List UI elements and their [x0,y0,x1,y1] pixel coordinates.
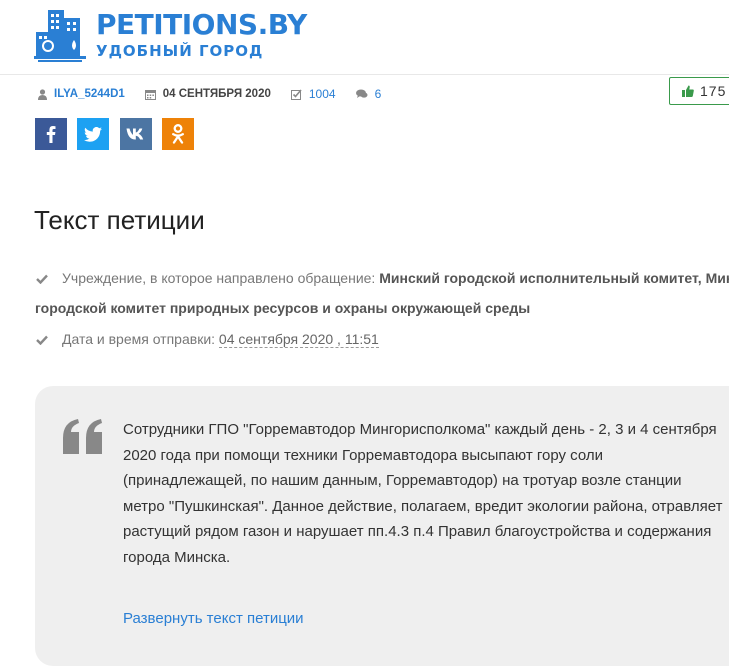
signatures-item: 1004 [290,87,336,101]
quote-icon [63,419,102,454]
odnoklassniki-icon [172,124,184,144]
comments-icon [355,89,368,98]
sent-date-row: Дата и время отправки: 04 сентября 2020 … [36,331,379,348]
comments-item: 6 [355,87,382,101]
user-icon [38,88,47,100]
vk-icon [126,128,144,140]
site-logo[interactable]: PETITIONS.BY УДОБНЫЙ ГОРОД [34,10,307,64]
institution-value: Минский городской исполнительный комитет… [379,270,729,286]
date-item: 04 СЕНТЯБРЯ 2020 [144,88,271,100]
author-item: ILYA_5244D1 [38,88,125,100]
share-vk-button[interactable] [120,118,152,150]
site-header: PETITIONS.BY УДОБНЫЙ ГОРОД [0,0,729,75]
sent-date-value: 04 сентября 2020 , 11:51 [218,331,379,348]
institution-value-continued: городской комитет природных ресурсов и о… [35,300,531,316]
like-button[interactable]: 175 [669,77,729,105]
thumbs-up-icon [682,85,694,97]
check-icon [36,335,48,346]
brand-tagline: УДОБНЫЙ ГОРОД [96,42,264,60]
check-square-icon [290,88,302,100]
expand-petition-link[interactable]: Развернуть текст петиции [123,610,304,627]
facebook-icon [46,126,56,143]
comments-count[interactable]: 6 [375,87,382,101]
petition-meta: ILYA_5244D1 04 СЕНТЯБРЯ 2020 1004 6 [38,87,401,101]
city-logo-icon [34,10,86,62]
calendar-icon [144,89,156,100]
institution-row: Учреждение, в которое направлено обращен… [36,270,729,286]
sent-date-label: Дата и время отправки: [62,331,216,347]
author-link[interactable]: ILYA_5244D1 [54,88,125,100]
brand-text: PETITIONS.BY УДОБНЫЙ ГОРОД [96,10,307,61]
share-facebook-button[interactable] [35,118,67,150]
page-title: Текст петиции [34,205,205,235]
likes-count: 175 [700,83,727,99]
share-odnoklassniki-button[interactable] [162,118,194,150]
check-icon [36,274,48,285]
petition-date: 04 СЕНТЯБРЯ 2020 [162,88,271,100]
institution-label: Учреждение, в которое направлено обращен… [62,270,376,286]
brand-name: PETITIONS.BY [96,8,307,41]
petition-text: Сотрудники ГПО "Горремавтодор Мингориспо… [123,421,723,566]
petition-text-box: Сотрудники ГПО "Горремавтодор Мингориспо… [35,386,729,666]
twitter-icon [84,126,102,142]
signatures-count[interactable]: 1004 [309,87,336,101]
share-twitter-button[interactable] [77,118,109,150]
